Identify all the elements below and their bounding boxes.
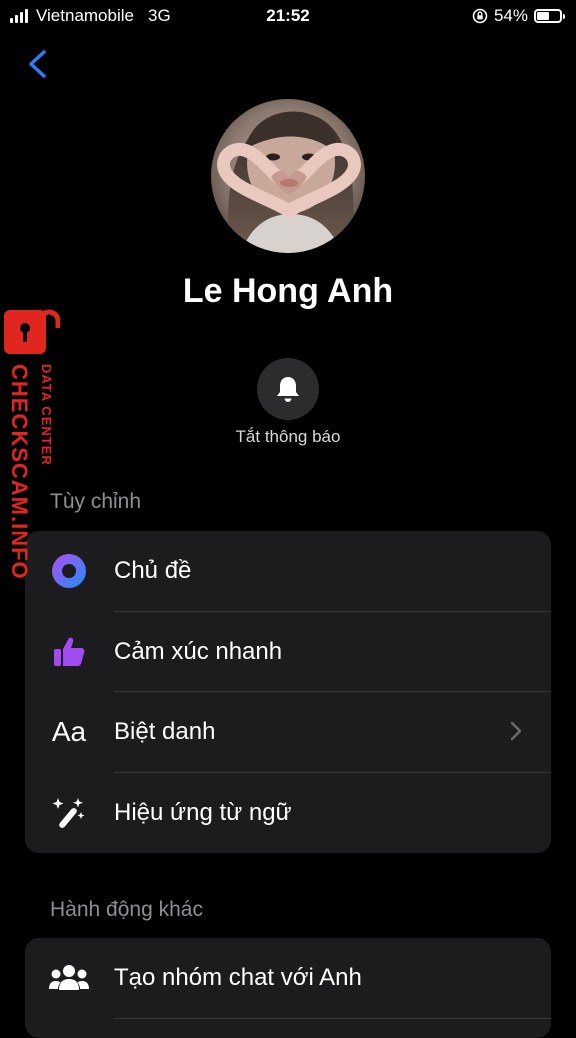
- profile-name: Le Hong Anh: [182, 272, 394, 310]
- menu-item-theme[interactable]: Chủ đề: [25, 531, 551, 612]
- menu-item-nickname[interactable]: Aa Biệt danh: [25, 692, 551, 773]
- orientation-lock-icon: [472, 8, 488, 24]
- menu-item-label: Tạo nhóm chat với Anh: [114, 964, 362, 992]
- mute-notifications-label[interactable]: Tắt thông báo: [0, 427, 576, 447]
- more-actions-card: Tạo nhóm chat với Anh: [25, 938, 551, 1038]
- menu-item-label: Biệt danh: [114, 718, 216, 746]
- avatar[interactable]: [211, 99, 365, 253]
- text-aa-icon: Aa: [51, 716, 87, 748]
- chevron-left-icon: [29, 50, 46, 78]
- chevron-right-icon: [510, 721, 522, 741]
- customize-card: Chủ đề Cảm xúc nhanh Aa Biệt danh Hiệu ứ…: [25, 531, 551, 853]
- watermark-text: CHECKSCAM.INFO: [7, 364, 32, 580]
- menu-item-label: Hiệu ứng từ ngữ: [114, 798, 292, 826]
- menu-item-label: Cảm xúc nhanh: [114, 637, 283, 665]
- menu-item-label: Chủ đề: [114, 557, 192, 585]
- watermark-subtext: DATA CENTER: [39, 364, 54, 466]
- thumbs-up-icon: [47, 630, 91, 674]
- menu-item-word-effects[interactable]: Hiệu ứng từ ngữ: [25, 773, 551, 854]
- status-bar: Vietnamobile 3G 21:52 54%: [0, 0, 576, 32]
- mute-notifications-button[interactable]: [257, 358, 319, 420]
- menu-item-create-group[interactable]: Tạo nhóm chat với Anh: [25, 938, 551, 1019]
- lock-icon: [4, 309, 60, 354]
- watermark: CHECKSCAM.INFO DATA CENTER: [0, 308, 66, 598]
- status-right: 54%: [472, 6, 565, 26]
- avatar-photo: [211, 99, 365, 253]
- section-title-more-actions: Hành động khác: [50, 898, 203, 921]
- battery-percent: 54%: [493, 6, 528, 25]
- battery-icon: [534, 9, 565, 23]
- menu-item-quick-reaction[interactable]: Cảm xúc nhanh: [25, 612, 551, 692]
- bell-icon: [277, 377, 299, 402]
- group-icon: [47, 956, 91, 1000]
- magic-wand-icon: [47, 791, 91, 835]
- back-button[interactable]: [22, 46, 56, 82]
